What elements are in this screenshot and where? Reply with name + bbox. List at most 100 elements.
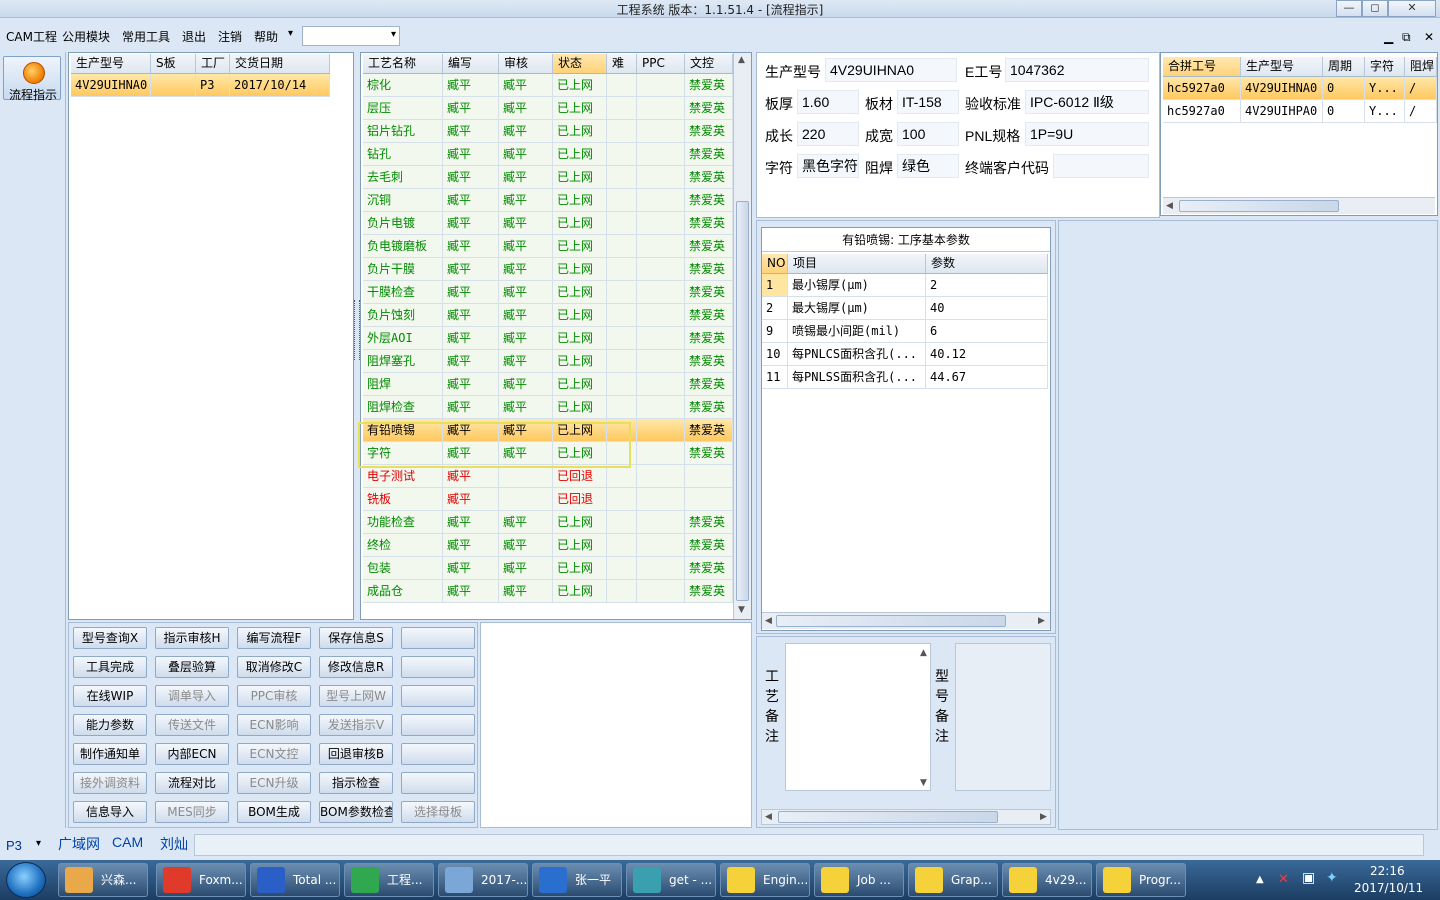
process-cell-writer[interactable]: 臧平	[443, 120, 499, 143]
process-cell-ppc[interactable]	[637, 281, 685, 304]
process-cell-ppc[interactable]	[637, 442, 685, 465]
taskbar-item[interactable]: get - ...	[626, 863, 716, 897]
process-cell-reviewer[interactable]	[499, 465, 553, 488]
process-cell-diff[interactable]	[607, 327, 637, 350]
taskbar-item[interactable]: 工程...	[344, 863, 434, 897]
action-button-4-3[interactable]: 回退审核B	[319, 743, 393, 765]
flow-indicator-button[interactable]: 流程指示	[3, 56, 61, 102]
merge-col-char[interactable]: 字符	[1365, 57, 1405, 77]
merge-col-job[interactable]: 合拼工号	[1163, 57, 1241, 77]
action-button-1-4[interactable]	[401, 656, 475, 678]
process-cell-name[interactable]: 层压	[363, 97, 443, 120]
scroll-up-icon[interactable]: ▲	[738, 55, 745, 65]
menu-exit[interactable]: 退出	[182, 28, 206, 45]
order-row-model[interactable]: 4V29UIHNA0	[71, 74, 151, 97]
action-button-6-0[interactable]: 信息导入	[73, 801, 147, 823]
process-cell-name[interactable]: 阻焊检查	[363, 396, 443, 419]
action-button-4-0[interactable]: 制作通知单	[73, 743, 147, 765]
merge-cell-cycle[interactable]: 0	[1323, 100, 1365, 123]
params-col-item[interactable]: 项目	[788, 254, 926, 274]
action-button-6-2[interactable]: BOM生成	[237, 801, 311, 823]
process-cell-diff[interactable]	[607, 373, 637, 396]
process-cell-writer[interactable]: 臧平	[443, 143, 499, 166]
process-cell-doc[interactable]: 禁爱英	[685, 419, 733, 442]
process-cell-status[interactable]: 已上网	[553, 166, 607, 189]
action-button-3-2[interactable]: ECN影响	[237, 714, 311, 736]
process-cell-reviewer[interactable]: 臧平	[499, 373, 553, 396]
action-button-1-2[interactable]: 取消修改C	[237, 656, 311, 678]
action-button-6-4[interactable]: 选择母板	[401, 801, 475, 823]
process-cell-doc[interactable]: 禁爱英	[685, 442, 733, 465]
process-cell-ppc[interactable]	[637, 396, 685, 419]
notes-hscroll-thumb[interactable]	[778, 811, 998, 823]
merge-cell-mask[interactable]: /	[1405, 100, 1437, 123]
scroll-right-icon[interactable]: ▶	[1040, 812, 1047, 822]
params-col-value[interactable]: 参数	[926, 254, 1048, 274]
merge-col-model[interactable]: 生产型号	[1241, 57, 1323, 77]
process-cell-ppc[interactable]	[637, 166, 685, 189]
process-cell-writer[interactable]: 臧平	[443, 304, 499, 327]
action-button-3-0[interactable]: 能力参数	[73, 714, 147, 736]
length-field[interactable]: 220	[797, 122, 859, 146]
merge-cell-cycle[interactable]: 0	[1323, 77, 1365, 100]
process-note-textarea[interactable]: ▲ ▼	[785, 643, 931, 791]
clock-date[interactable]: 2017/10/11	[1354, 881, 1423, 895]
process-cell-writer[interactable]: 臧平	[443, 189, 499, 212]
order-row-sboard[interactable]	[151, 74, 196, 97]
process-cell-diff[interactable]	[607, 350, 637, 373]
params-cell-item[interactable]: 每PNLCS面积含孔(...	[788, 343, 926, 366]
process-cell-status[interactable]: 已上网	[553, 235, 607, 258]
close-button[interactable]: ✕	[1388, 0, 1436, 17]
process-cell-name[interactable]: 钻孔	[363, 143, 443, 166]
process-cell-name[interactable]: 负片电镀	[363, 212, 443, 235]
scroll-left-icon[interactable]: ◀	[1166, 201, 1173, 211]
merge-cell-job[interactable]: hc5927a0	[1163, 100, 1241, 123]
merge-col-cycle[interactable]: 周期	[1323, 57, 1365, 77]
params-cell-value[interactable]: 6	[926, 320, 1048, 343]
merge-cell-model[interactable]: 4V29UIHPA0	[1241, 100, 1323, 123]
menu-cam[interactable]: CAM工程	[6, 28, 57, 45]
merge-cell-mask[interactable]: /	[1405, 77, 1437, 100]
taskbar-item[interactable]: Total ...	[250, 863, 340, 897]
pnl-field[interactable]: 1P=9U	[1025, 122, 1149, 146]
action-button-5-1[interactable]: 流程对比	[155, 772, 229, 794]
taskbar-item[interactable]: 张一平	[532, 863, 622, 897]
process-cell-status[interactable]: 已上网	[553, 143, 607, 166]
process-cell-name[interactable]: 负片干膜	[363, 258, 443, 281]
taskbar-item[interactable]: 兴森...	[58, 863, 148, 897]
process-cell-status[interactable]: 已上网	[553, 212, 607, 235]
process-cell-diff[interactable]	[607, 557, 637, 580]
chevron-down-icon[interactable]: ▾	[36, 838, 41, 849]
params-cell-value[interactable]: 2	[926, 274, 1048, 297]
process-cell-ppc[interactable]	[637, 488, 685, 511]
process-cell-name[interactable]: 阻焊塞孔	[363, 350, 443, 373]
taskbar-item[interactable]: Engin...	[720, 863, 810, 897]
process-cell-reviewer[interactable]: 臧平	[499, 143, 553, 166]
process-cell-name[interactable]: 铝片钻孔	[363, 120, 443, 143]
process-cell-name[interactable]: 沉铜	[363, 189, 443, 212]
mdi-restore-button[interactable]: ⧉	[1402, 30, 1411, 45]
process-cell-writer[interactable]: 臧平	[443, 74, 499, 97]
process-col-name[interactable]: 工艺名称	[363, 54, 443, 74]
process-cell-status[interactable]: 已上网	[553, 327, 607, 350]
order-col-model[interactable]: 生产型号	[71, 54, 151, 74]
process-cell-reviewer[interactable]: 臧平	[499, 120, 553, 143]
taskbar-item[interactable]: Job ...	[814, 863, 904, 897]
params-cell-value[interactable]: 40	[926, 297, 1048, 320]
process-cell-name[interactable]: 功能检查	[363, 511, 443, 534]
process-cell-name[interactable]: 棕化	[363, 74, 443, 97]
process-cell-writer[interactable]: 臧平	[443, 212, 499, 235]
tray-chevron-icon[interactable]: ▲	[1256, 874, 1264, 885]
params-hscroll-thumb[interactable]	[776, 615, 1006, 627]
mdi-minimize-button[interactable]: ▁	[1384, 30, 1393, 44]
process-cell-diff[interactable]	[607, 281, 637, 304]
action-button-1-1[interactable]: 叠层验算	[155, 656, 229, 678]
params-cell-value[interactable]: 44.67	[926, 366, 1048, 389]
process-cell-writer[interactable]: 臧平	[443, 557, 499, 580]
params-col-no[interactable]: NO	[762, 254, 788, 274]
process-cell-diff[interactable]	[607, 511, 637, 534]
process-cell-reviewer[interactable]: 臧平	[499, 258, 553, 281]
process-cell-name[interactable]: 外层AOI	[363, 327, 443, 350]
action-button-3-1[interactable]: 传送文件	[155, 714, 229, 736]
process-cell-doc[interactable]: 禁爱英	[685, 97, 733, 120]
